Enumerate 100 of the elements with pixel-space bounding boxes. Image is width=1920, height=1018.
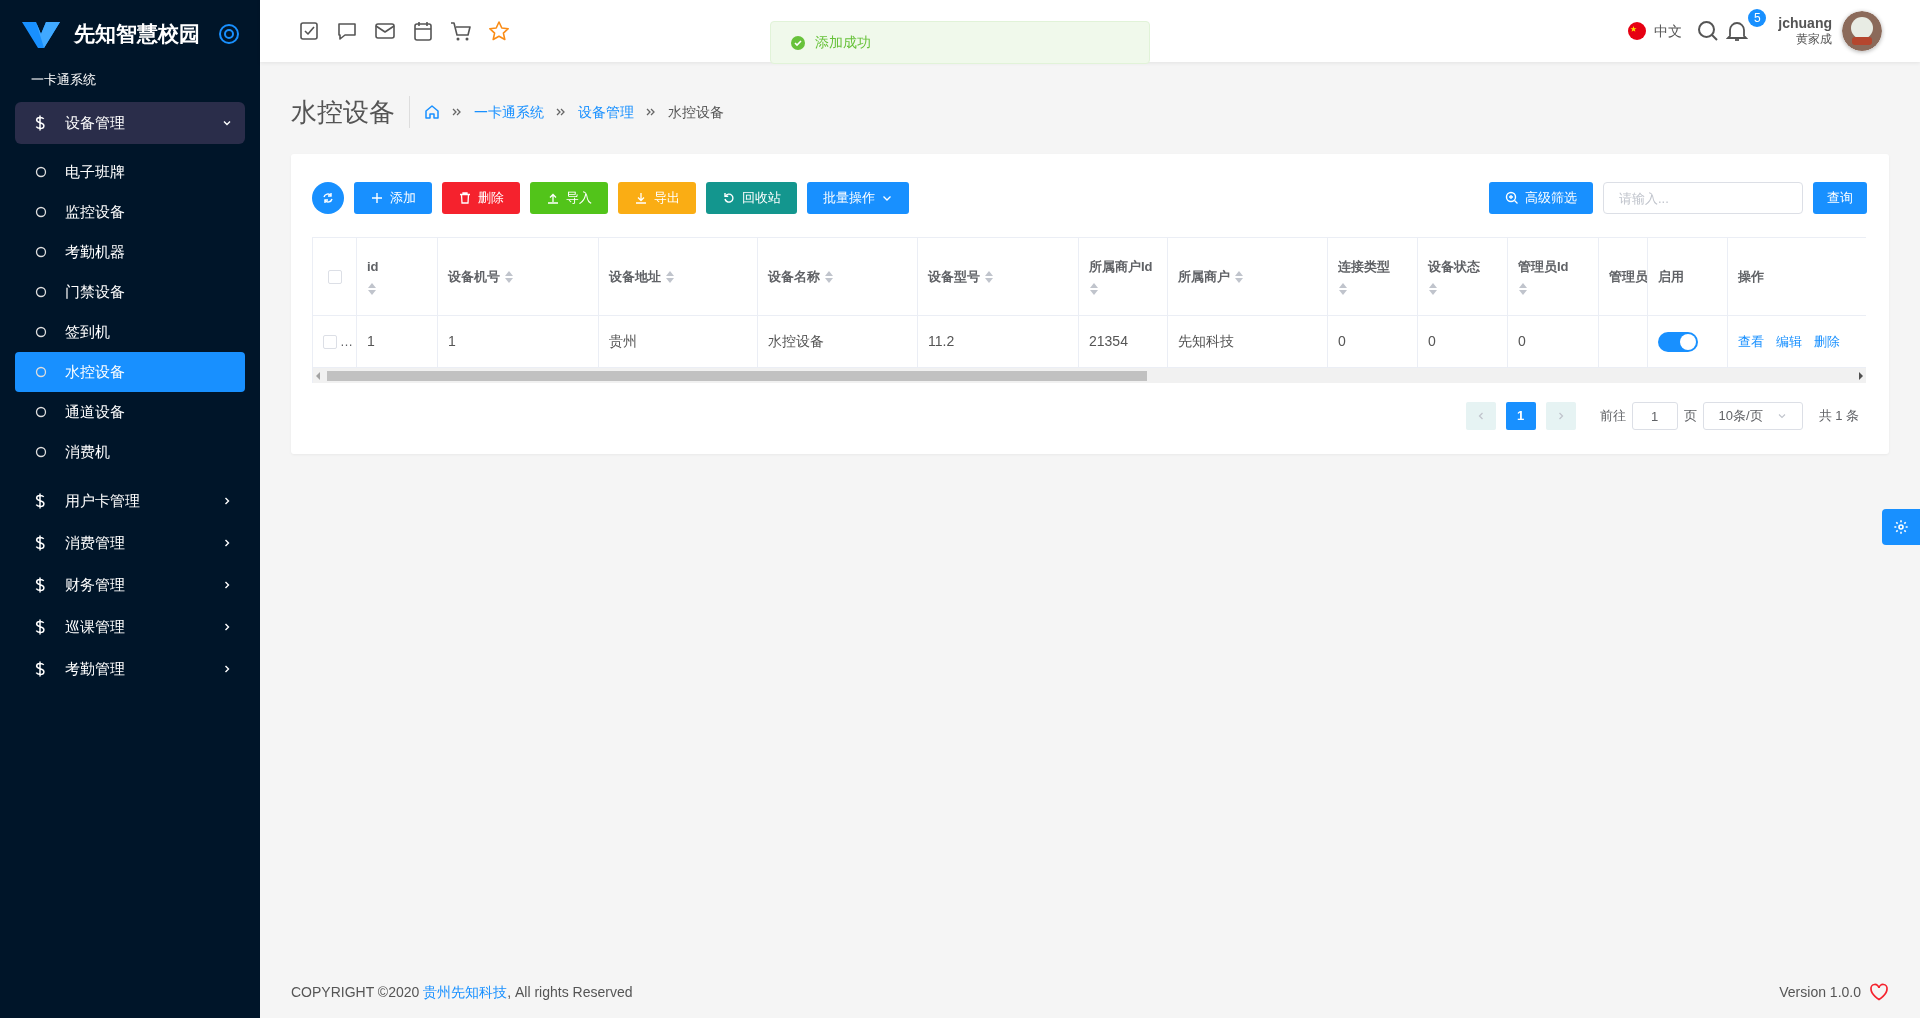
action-link[interactable]: 查看: [1738, 331, 1764, 352]
menu-group[interactable]: 考勤管理: [15, 648, 245, 690]
refresh-icon: [321, 191, 335, 205]
breadcrumb-current: 水控设备: [668, 102, 724, 122]
chevron-double-icon: [556, 107, 566, 117]
collapse-button[interactable]: [218, 23, 240, 45]
bell-icon: [1726, 19, 1749, 43]
circle-icon: [35, 166, 47, 178]
refresh-button[interactable]: [312, 182, 344, 214]
page-title: 水控设备: [291, 95, 396, 129]
horizontal-scrollbar[interactable]: [313, 368, 1866, 383]
column-header[interactable]: 连接类型: [1328, 238, 1418, 316]
settings-icon: [1893, 519, 1909, 535]
page-unit: 页: [1683, 407, 1697, 426]
submenu-item[interactable]: 考勤机器: [15, 232, 245, 272]
action-link[interactable]: 编辑: [1776, 331, 1802, 352]
toolbar-button[interactable]: 回收站: [706, 182, 797, 214]
sort-icon: [984, 269, 994, 284]
search-field[interactable]: 请输入...: [1603, 182, 1803, 214]
submenu-item[interactable]: 通道设备: [15, 392, 245, 432]
column-title: 操作: [1738, 267, 1764, 286]
column-title: 所属商户: [1178, 267, 1230, 286]
language-button[interactable]: 中文: [1628, 20, 1683, 42]
submenu-item[interactable]: 签到机: [15, 312, 245, 352]
toolbar-button[interactable]: [450, 20, 472, 42]
sort-icon: [1518, 282, 1528, 297]
mail-icon: [374, 20, 396, 42]
version-text: Version 1.0.0: [1779, 982, 1861, 1002]
query-button[interactable]: 查询: [1813, 182, 1867, 214]
app-name: 先知智慧校园: [74, 21, 201, 48]
copyright-text: COPYRIGHT ©2020 贵州先知科技, All rights Reserved: [291, 982, 633, 1002]
column-header[interactable]: 所属商户Id: [1079, 238, 1168, 316]
chevron-double-icon: [646, 107, 656, 117]
breadcrumb-link[interactable]: 设备管理: [578, 101, 634, 123]
menu-group[interactable]: 用户卡管理: [15, 480, 245, 522]
menu-group[interactable]: 设备管理: [15, 102, 245, 144]
submenu-item[interactable]: 水控设备: [15, 352, 245, 392]
submenu-item[interactable]: 电子班牌: [15, 152, 245, 192]
success-icon: [791, 35, 805, 50]
toolbar-button[interactable]: 添加: [354, 182, 432, 214]
zoom-icon: [1505, 191, 1519, 205]
chevron-double-icon: [452, 107, 462, 117]
column-header[interactable]: 所属商户: [1168, 238, 1328, 316]
heart-icon: [1869, 983, 1889, 1001]
column-header[interactable]: 设备型号: [918, 238, 1079, 316]
cart-icon: [450, 20, 472, 42]
checkbox-icon: [298, 20, 320, 42]
plus-icon: [370, 191, 384, 205]
home-link[interactable]: [424, 104, 440, 120]
column-title: 设备名称: [768, 267, 820, 286]
toolbar-button[interactable]: 删除: [442, 182, 520, 214]
target-icon: [218, 23, 240, 45]
circle-icon: [35, 326, 47, 338]
column-title: id: [367, 257, 379, 276]
toolbar-button[interactable]: [336, 20, 358, 42]
submenu-item[interactable]: 监控设备: [15, 192, 245, 232]
toolbar-button[interactable]: [374, 20, 396, 42]
action-link[interactable]: 删除: [1814, 331, 1840, 352]
menu-group[interactable]: 财务管理: [15, 564, 245, 606]
calendar-icon: [412, 20, 434, 42]
page-size-select[interactable]: 10条/页: [1702, 402, 1803, 430]
table-cell-text: 11.2: [928, 332, 955, 351]
column-header[interactable]: 管理员Id: [1508, 238, 1599, 316]
table-cell-text: 0: [1338, 332, 1346, 351]
upload-icon: [546, 191, 560, 205]
sort-icon: [367, 282, 377, 297]
table-cell-text: 贵州: [609, 332, 637, 351]
submenu-item[interactable]: 门禁设备: [15, 272, 245, 312]
toast-message: 添加成功: [815, 33, 871, 52]
circle-icon: [35, 366, 47, 378]
table-cell-text: 先知科技: [1178, 332, 1234, 351]
toolbar-button[interactable]: [412, 20, 434, 42]
column-header[interactable]: 设备地址: [599, 238, 758, 316]
checkbox[interactable]: [323, 334, 337, 349]
sort-icon: [824, 269, 834, 284]
page-button[interactable]: 1: [1505, 402, 1536, 430]
checkbox[interactable]: [327, 269, 342, 284]
table-cell-text: 1: [367, 332, 375, 351]
filter-button[interactable]: 高级筛选: [1489, 182, 1593, 214]
column-title: 管理员Id: [1518, 257, 1569, 276]
table-cell-text: 0: [1428, 332, 1436, 351]
flag-icon: [1628, 22, 1647, 40]
breadcrumb-link[interactable]: 一卡通系统: [474, 101, 544, 123]
toggle-switch[interactable]: [1658, 331, 1698, 352]
column-header[interactable]: 设备状态: [1418, 238, 1508, 316]
notification-button[interactable]: [1726, 19, 1749, 43]
column-header[interactable]: id: [357, 238, 438, 316]
column-header[interactable]: 设备名称: [758, 238, 918, 316]
column-header[interactable]: 设备机号: [438, 238, 599, 316]
notification-badge: 5: [1748, 9, 1767, 27]
menu-group[interactable]: 巡课管理: [15, 606, 245, 648]
column-title: 设备机号: [448, 267, 500, 286]
settings-button[interactable]: [1882, 509, 1920, 545]
submenu-item[interactable]: 消费机: [15, 432, 245, 472]
menu-group[interactable]: 消费管理: [15, 522, 245, 564]
column-title: 设备状态: [1428, 257, 1480, 276]
sort-icon: [665, 269, 675, 284]
toolbar-button[interactable]: 批量操作: [807, 182, 909, 214]
page-input[interactable]: 1: [1631, 402, 1678, 430]
toolbar-button[interactable]: [298, 20, 320, 42]
